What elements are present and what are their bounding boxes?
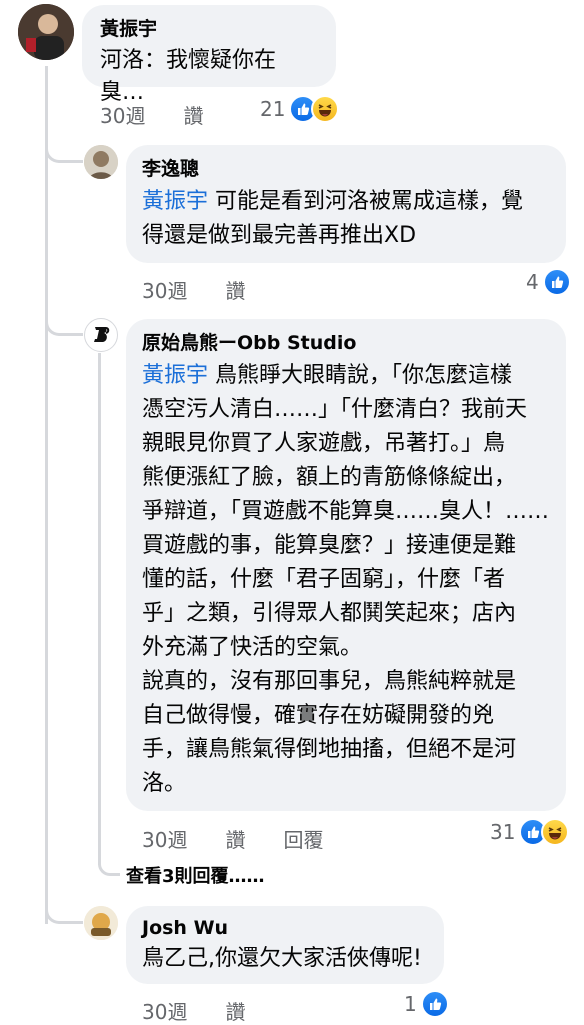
comment-text-line: 洛。 — [142, 771, 187, 796]
view-more-replies-link[interactable]: 查看3則回覆…… — [126, 862, 265, 888]
comment-timestamp[interactable]: 30週 — [142, 996, 187, 1025]
comment-text-line: 可能是看到河洛被罵成這樣，覺 — [208, 189, 524, 214]
haha-reaction-icon — [311, 95, 340, 123]
reaction-summary[interactable]: 21 — [260, 95, 340, 123]
like-button[interactable]: 讚 — [225, 275, 245, 304]
comment-text-line: 親眼見你買了人家遊戲，吊著打。」鳥 — [142, 431, 506, 456]
comment-bubble: 原始鳥熊ーObb Studio 黃振宇 鳥熊睜大眼睛說，「你怎麼這樣 憑空污人清… — [126, 319, 566, 811]
reaction-count: 21 — [260, 97, 286, 121]
comment-bubble: 黃振宇 河洛：我懷疑你在臭… — [82, 5, 336, 105]
thread-line-branch-2 — [45, 318, 83, 336]
reply-button[interactable]: 回覆 — [283, 824, 323, 853]
comment-actions: 30週 讚 — [100, 100, 203, 129]
avatar[interactable] — [18, 4, 74, 60]
comment-text-line: 說真的，沒有那回事兒，鳥熊純粹就是 — [142, 669, 517, 694]
avatar[interactable] — [84, 145, 118, 179]
avatar[interactable] — [84, 906, 118, 940]
comment-author[interactable]: 原始鳥熊ーObb Studio — [142, 331, 550, 355]
like-button[interactable]: 讚 — [225, 824, 245, 853]
comment-bubble: 李逸聰 黃振宇 可能是看到河洛被罵成這樣，覺 得還是做到最完善再推出XD — [126, 145, 566, 263]
reaction-summary[interactable]: 1 — [404, 990, 449, 1018]
mention-link[interactable]: 黃振宇 — [142, 189, 208, 214]
like-button[interactable]: 讚 — [183, 100, 203, 129]
comment-actions: 30週 讚 — [142, 996, 245, 1025]
like-button[interactable]: 讚 — [225, 996, 245, 1025]
comment-text-line: 得還是做到最完善再推出XD — [142, 223, 417, 248]
comment-actions: 30週 讚 — [142, 275, 245, 304]
thread-line-branch-1 — [45, 145, 83, 163]
mention-link[interactable]: 黃振宇 — [142, 363, 208, 388]
comment-timestamp[interactable]: 30週 — [100, 100, 145, 129]
person-photo-icon — [84, 145, 118, 179]
comment-text-line: 外充滿了快活的空氣。 — [142, 635, 363, 660]
comment-actions: 30週 讚 回覆 — [142, 824, 323, 853]
comment-text: 黃振宇 可能是看到河洛被罵成這樣，覺 得還是做到最完善再推出XD — [142, 185, 550, 253]
comment-author[interactable]: Josh Wu — [142, 916, 428, 940]
comment-author[interactable]: 李逸聰 — [142, 157, 550, 181]
comment-text-line: 熊便漲紅了臉，額上的青筋條條綻出， — [142, 465, 517, 490]
avatar[interactable] — [84, 318, 118, 352]
reaction-count: 31 — [490, 820, 516, 844]
like-reaction-icon — [420, 990, 449, 1018]
thread-line-main — [45, 66, 48, 924]
reaction-count: 4 — [526, 270, 539, 294]
comment-text: 鳥乙己,你還欠大家活俠傳呢! — [142, 946, 422, 971]
haha-reaction-icon — [541, 818, 570, 846]
reaction-count: 1 — [404, 992, 417, 1016]
like-reaction-icon — [542, 268, 571, 296]
thread-line-branch-4 — [45, 906, 83, 924]
comment-bubble: Josh Wu 鳥乙己,你還欠大家活俠傳呢! — [126, 906, 444, 984]
comment-text-line: 憑空污人清白……」「什麼清白？我前天 — [142, 397, 528, 422]
thread-line-sub-branch — [98, 858, 120, 876]
comment-text-line: 鳥熊睜大眼睛說，「你怎麼這樣 — [208, 363, 513, 388]
comment-text: 黃振宇 鳥熊睜大眼睛說，「你怎麼這樣 憑空污人清白……」「什麼清白？我前天 親眼… — [142, 359, 550, 801]
comment-author[interactable]: 黃振宇 — [100, 17, 318, 41]
comment-text-line: 自己做得慢，確實存在妨礙開發的兇 — [142, 703, 495, 728]
comment-text-line: 買遊戲的事，能算臭麼？」接連便是難 — [142, 533, 517, 558]
person-photo-icon — [18, 4, 74, 60]
thread-line-sub — [98, 353, 101, 865]
comment-timestamp[interactable]: 30週 — [142, 275, 187, 304]
reaction-summary[interactable]: 31 — [490, 818, 570, 846]
studio-logo-icon — [94, 327, 110, 342]
reaction-summary[interactable]: 4 — [526, 268, 571, 296]
comment-text-line: 手，讓鳥熊氣得倒地抽搐，但絕不是河 — [142, 737, 517, 762]
comment-timestamp[interactable]: 30週 — [142, 824, 187, 853]
comment-text-line: 爭辯道，「買遊戲不能算臭……臭人！…… — [142, 499, 550, 524]
person-photo-icon — [84, 906, 118, 940]
comment-text-line: 懂的話，什麼「君子固窮」，什麼「者 — [142, 567, 506, 592]
comment-text-line: 乎」之類，引得眾人都鬨笑起來；店內 — [142, 601, 517, 626]
